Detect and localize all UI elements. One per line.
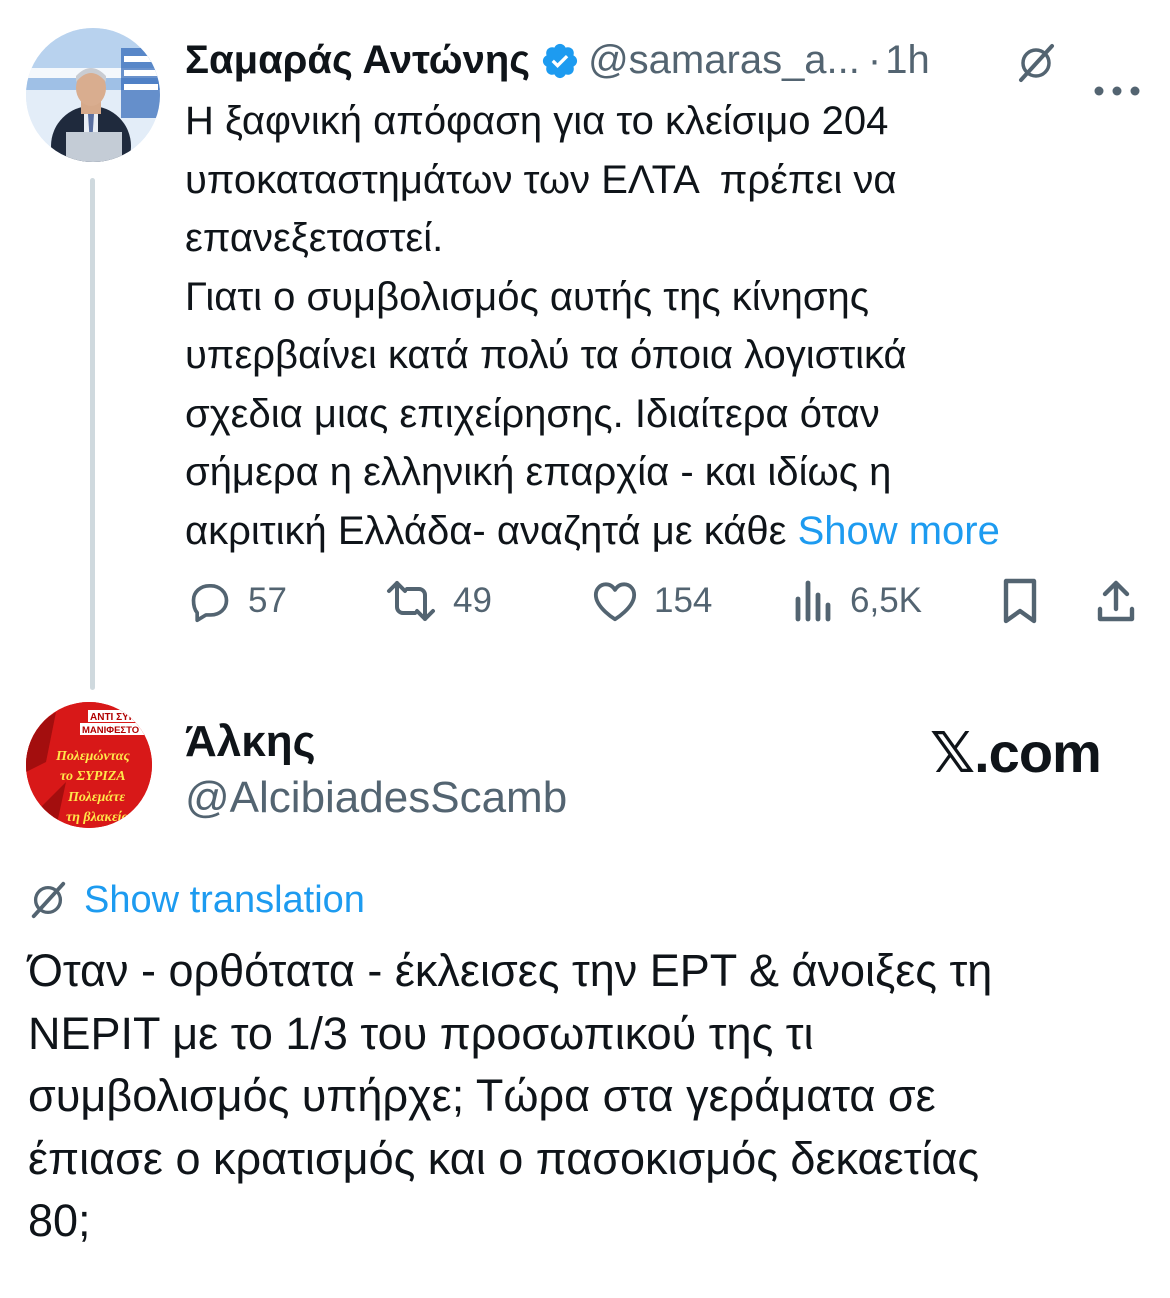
author-name[interactable]: Σαμαράς Αντώνης [185,32,530,88]
verified-badge-icon [540,40,580,80]
grok-icon[interactable] [1015,42,1057,84]
repost-icon [387,581,435,621]
avatar-image: ΑΝΤΙ ΣΥΡΙΖΑ ΜΑΝΙΦΕΣΤΟ Πολεμώντας το ΣΥΡΙ… [26,702,152,828]
avatar[interactable]: ΑΝΤΙ ΣΥΡΙΖΑ ΜΑΝΙΦΕΣΤΟ Πολεμώντας το ΣΥΡΙ… [26,702,152,828]
view-count: 6,5K [850,581,922,620]
tweet-text-line: επανεξεταστεί. [185,216,444,260]
tweet-header: Σαμαράς Αντώνης @samaras_a... · 1h [185,30,1145,96]
author-handle[interactable]: @AlcibiadesScamb [185,768,567,828]
like-button[interactable]: 154 [592,576,712,626]
show-more-link[interactable]: Show more [798,509,1000,553]
tweet-text-line: υπερβαίνει κατά πολύ τα όποια λογιστικά [185,333,907,377]
tweet-text: Όταν - ορθότατα - έκλεισες την ΕΡΤ & άνο… [28,940,1153,1253]
repost-count: 49 [453,581,492,620]
tweet-text-line: 80; [28,1195,91,1246]
x-com-watermark: 𝕏.com [930,721,1102,784]
bookmark-icon [1003,578,1037,624]
more-icon[interactable] [1093,56,1141,96]
tweet-text-line: Όταν - ορθότατα - έκλεισες την ΕΡΤ & άνο… [28,945,993,996]
author-handle[interactable]: @samaras_a... [588,32,860,88]
show-translation-label: Show translation [84,878,365,921]
grok-icon [31,881,66,919]
thread-connector [90,178,95,690]
reply-icon [191,583,229,623]
views-button[interactable]: 6,5K [794,576,922,626]
tweet-text-line: Η ξαφνική απόφαση για το κλείσιμο 204 [185,99,889,143]
avatar-text: Πολεμάτε [67,790,125,805]
share-icon [1097,580,1135,622]
tweet-text-line: ΝΕΡΙΤ με το 1/3 του προσωπικού της τι [28,1007,814,1059]
tweet-text: Η ξαφνική απόφαση για το κλείσιμο 204 υπ… [185,92,1145,560]
tweet-text-line: έπιασε ο κρατισμός και ο πασοκισμός δεκα… [28,1132,980,1184]
bookmark-button[interactable] [1000,576,1040,626]
tweet-text-line: Γιατι ο συμβολισμός αυτής της κίνησης [185,274,870,319]
avatar-text: ΜΑΝΙΦΕΣΤΟ [82,725,139,736]
tweet-text-fragment: ακριτική Ελλάδα- αναζητά με κάθε [185,508,787,553]
tweet-text-line: υποκαταστημάτων των ΕΛΤΑ πρέπει να [185,157,897,202]
avatar-text: ΑΝΤΙ ΣΥΡΙΖΑ [90,712,152,723]
tweet-text-line: σήμερα η ελληνική επαρχία - και ιδίως η [185,450,892,494]
avatar-text: τη βλακεία [66,810,130,825]
tweet-text-line: συμβολισμός υπήρχε; Τώρα στα γεράματα σε [28,1070,936,1121]
repost-button[interactable]: 49 [385,576,492,626]
views-icon [795,580,831,622]
show-translation-link[interactable]: Show translation [28,872,365,928]
author-name[interactable]: Άλκης [185,712,316,772]
tweet-text-line: ακριτική Ελλάδα- αναζητά με κάθε Show mo… [185,502,1145,561]
timestamp[interactable]: 1h [885,32,930,88]
avatar-text: το ΣΥΡΙΖΑ [60,769,126,784]
reply-count: 57 [248,581,287,620]
separator: · [867,38,882,82]
reply-button[interactable]: 57 [188,576,287,626]
tweet-text-line: σχεδια μιας επιχείρησης. Ιδιαίτερα όταν [185,391,880,436]
avatar-text: Πολεμώντας [55,749,130,764]
share-button[interactable] [1094,576,1138,626]
avatar[interactable] [26,28,160,162]
like-count: 154 [654,581,713,620]
like-icon [593,582,637,622]
avatar-image [26,28,160,162]
